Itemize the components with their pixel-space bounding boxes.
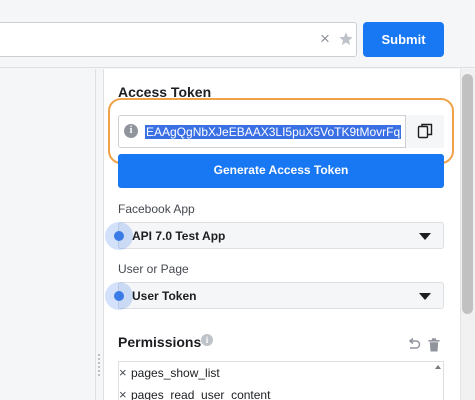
permissions-list: × pages_show_list × pages_read_user_conten…	[118, 361, 444, 400]
user-or-page-select[interactable]: User Token	[118, 282, 444, 309]
info-icon[interactable]: i	[201, 334, 213, 346]
facebook-app-select[interactable]: API 7.0 Test App	[118, 222, 444, 249]
permission-label: pages_show_list	[131, 366, 220, 380]
query-results-pane	[0, 69, 96, 400]
permissions-title: Permissions	[118, 334, 202, 350]
graph-query-input[interactable]	[0, 22, 357, 57]
remove-permission-icon[interactable]: ×	[119, 387, 131, 400]
user-or-page-value: User Token	[132, 289, 197, 303]
chevron-down-icon	[419, 293, 431, 300]
generate-access-token-button[interactable]: Generate Access Token	[118, 154, 444, 188]
scroll-up-arrow-icon[interactable]	[435, 365, 441, 369]
submit-button[interactable]: Submit	[363, 22, 444, 57]
list-item: × pages_show_list	[119, 365, 220, 380]
clear-icon[interactable]: ×	[318, 29, 332, 49]
star-icon[interactable]	[338, 30, 354, 48]
trash-icon[interactable]	[428, 338, 440, 352]
list-item: × pages_read_user_content	[119, 387, 270, 400]
undo-icon[interactable]	[407, 338, 421, 352]
pane-resize-handle[interactable]	[97, 352, 101, 376]
remove-permission-icon[interactable]: ×	[119, 365, 131, 380]
permission-label: pages_read_user_content	[131, 388, 271, 400]
scrollbar-thumb[interactable]	[462, 74, 473, 314]
facebook-app-label: Facebook App	[118, 202, 195, 216]
chevron-down-icon	[419, 233, 431, 240]
click-marker	[105, 282, 133, 310]
user-or-page-label: User or Page	[118, 262, 189, 276]
click-marker	[105, 222, 133, 250]
facebook-app-value: API 7.0 Test App	[132, 229, 226, 243]
